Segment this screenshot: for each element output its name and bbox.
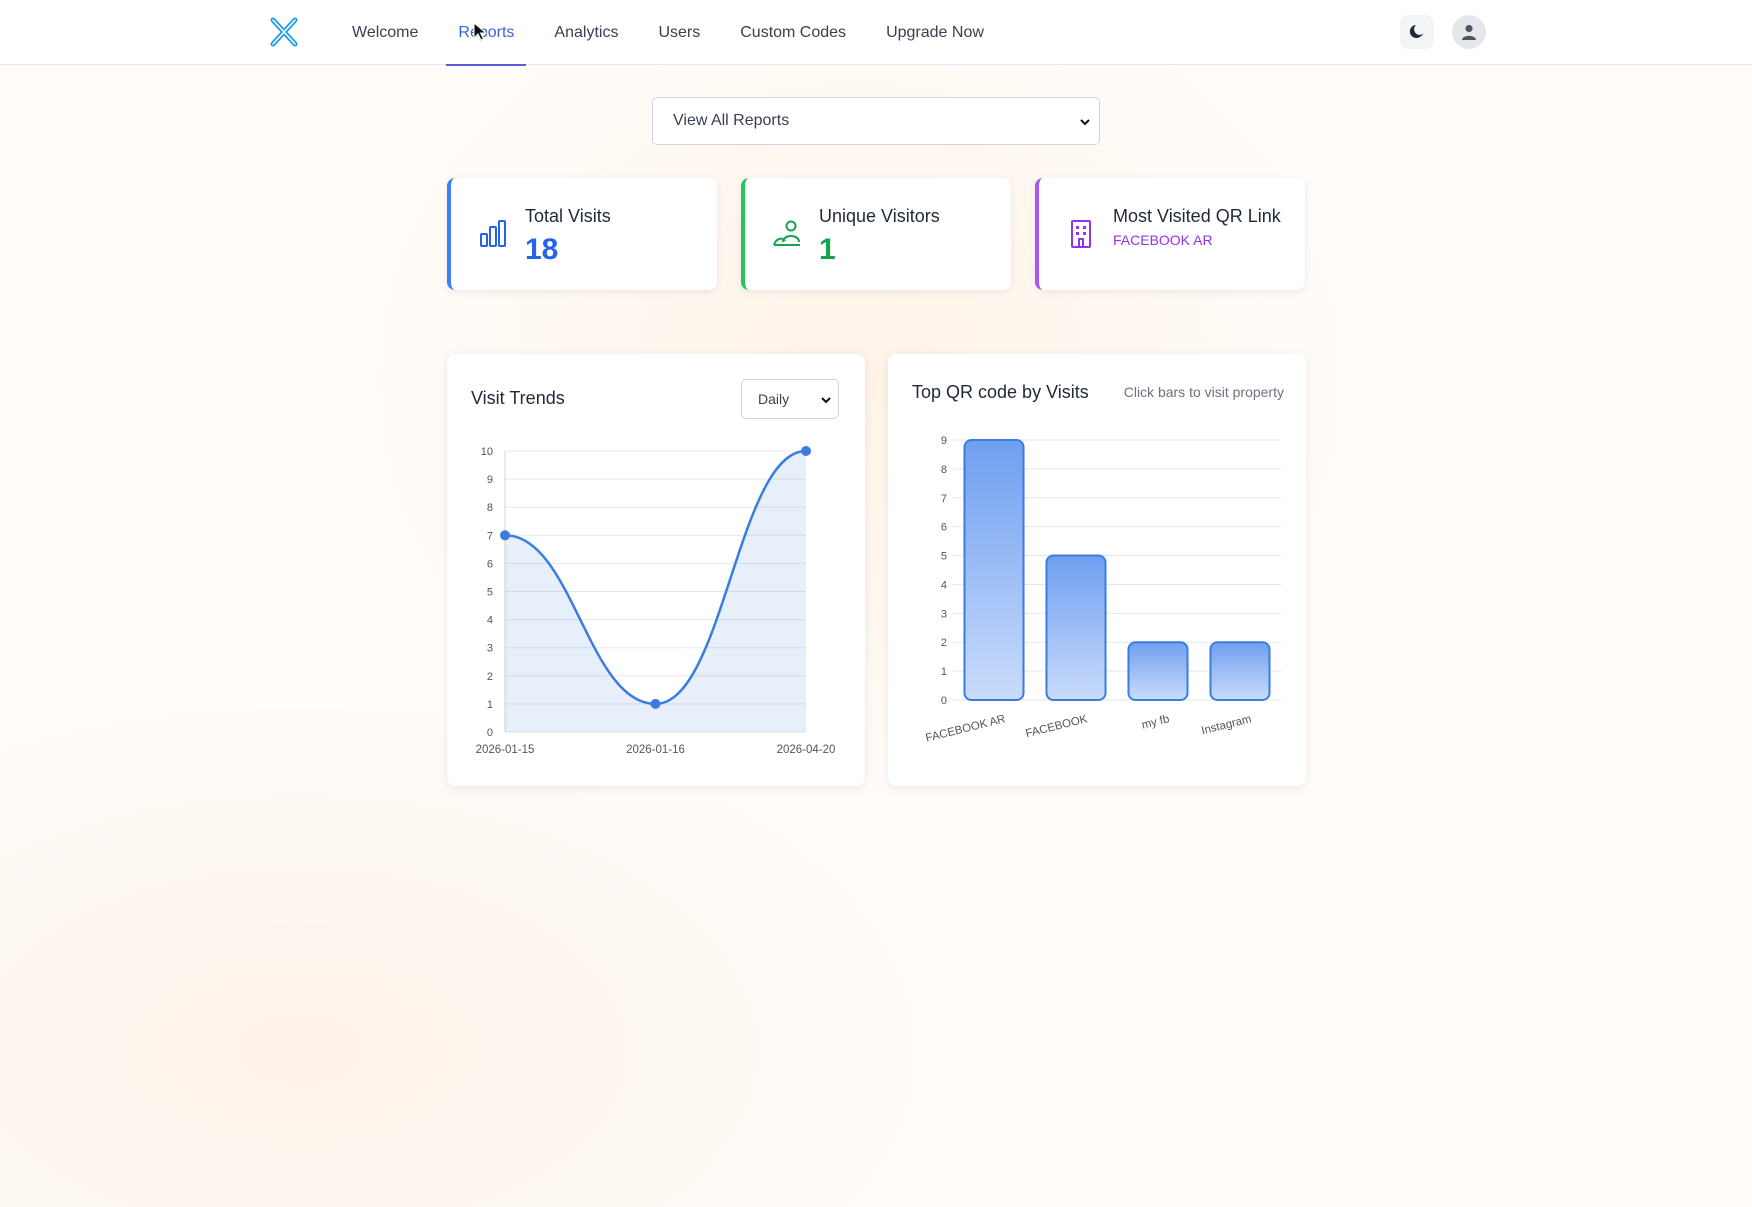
x-logo-icon[interactable] [268,16,300,48]
y-tick-label: 6 [941,522,947,534]
mouse-cursor-icon [473,22,488,41]
report-select[interactable]: View All Reports [652,97,1100,145]
y-tick-label: 0 [487,727,493,739]
y-tick-label: 4 [941,579,947,591]
bar[interactable] [963,439,1025,701]
y-tick-label: 2 [941,637,947,649]
y-tick-label: 8 [941,464,947,476]
user-avatar-button[interactable] [1452,15,1486,49]
y-tick-label: 7 [487,530,493,542]
x-tick-label: 2026-04-20 [777,744,836,756]
stat-value: 18 [525,233,559,266]
nav-welcome[interactable]: Welcome [340,0,430,65]
y-tick-label: 3 [487,643,493,655]
x-tick-label: my fb [1141,713,1171,731]
bar[interactable] [1209,641,1271,702]
nav-analytics[interactable]: Analytics [542,0,630,65]
nav-custom-codes[interactable]: Custom Codes [728,0,858,65]
top-qr-card: Top QR code by Visits Click bars to visi… [888,354,1306,786]
stat-label: Most Visited QR Link [1113,206,1281,226]
moon-icon [1409,25,1424,38]
y-tick-label: 5 [941,551,947,563]
y-tick-label: 7 [941,493,947,505]
bar[interactable] [1127,641,1189,702]
y-tick-label: 0 [941,695,947,707]
stat-value[interactable]: FACEBOOK AR [1113,232,1213,248]
y-tick-label: 4 [487,615,493,627]
main-nav: Welcome Reports Analytics Users Custom C… [340,0,1012,66]
chevron-down-icon [1080,119,1090,126]
top-qr-chart[interactable]: 0 1 2 3 4 5 6 7 8 9 FACEBOOK AR FACEBOOK my fb Instag… [888,354,1306,786]
y-tick-label: 10 [481,446,493,458]
bar[interactable] [1045,554,1107,701]
theme-toggle-button[interactable] [1400,15,1434,49]
x-tick-label: 2026-01-16 [626,744,685,756]
stat-card-most-visited: Most Visited QR Link FACEBOOK AR [1035,178,1305,290]
y-tick-label: 9 [487,474,493,486]
y-tick-label: 9 [941,435,947,447]
y-tick-label: 3 [941,608,947,620]
y-tick-label: 5 [487,587,493,599]
y-tick-label: 2 [487,671,493,683]
data-point [801,446,811,456]
y-tick-label: 6 [487,558,493,570]
stat-value: 1 [819,233,836,266]
visit-trends-chart: 0 1 2 3 4 5 6 7 8 9 10 2026-01-15 2026-01-16 2026-04-… [476,446,836,756]
users-icon [773,220,800,246]
bar-chart-icon [480,220,506,247]
stat-label: Total Visits [525,206,611,226]
x-tick-label: Instagram [1200,713,1253,737]
y-tick-label: 1 [487,699,493,711]
stat-label: Unique Visitors [819,206,940,226]
nav-users[interactable]: Users [646,0,712,65]
top-navbar: Welcome Reports Analytics Users Custom C… [0,0,1752,66]
building-icon [1071,220,1091,248]
y-tick-label: 8 [487,502,493,514]
data-point [650,698,661,709]
nav-upgrade-now[interactable]: Upgrade Now [874,0,996,65]
x-tick-label: 2026-01-15 [476,744,535,756]
data-point [500,530,510,541]
y-tick-label: 1 [941,666,947,678]
stat-card-total-visits: Total Visits 18 [447,178,717,290]
visit-trends-card: Visit Trends Daily 0 1 2 3 4 5 6 7 8 9 10 2026-01-1… [447,354,865,786]
report-select-value: View All Reports [673,112,790,129]
x-tick-label: FACEBOOK [1024,713,1089,740]
user-icon [1462,24,1476,40]
stat-card-unique-visitors: Unique Visitors 1 [741,178,1011,290]
x-tick-label: FACEBOOK AR [924,713,1006,744]
